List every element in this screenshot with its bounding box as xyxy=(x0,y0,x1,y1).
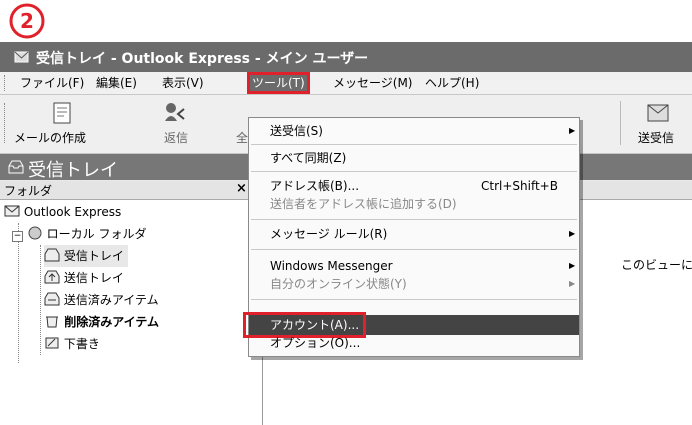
outlook-window: 受信トレイ - Outlook Express - メイン ユーザー ファイル(… xyxy=(0,42,692,425)
tree-item-label: 送信済みアイテム xyxy=(63,293,159,307)
drafts-icon xyxy=(45,337,59,349)
tree-item-label: 削除済みアイテム xyxy=(64,315,159,329)
tools-dropdown-menu: 送受信(S) ▶ すべて同期(Z) アドレス帳(B)... Ctrl+Shift… xyxy=(242,117,580,357)
reply-button[interactable]: 返信 xyxy=(158,99,208,149)
menu-item-label: Windows Messenger xyxy=(270,259,393,273)
reply-all-label[interactable]: 全 xyxy=(236,129,248,146)
local-folders-icon xyxy=(28,226,42,240)
menu-separator xyxy=(251,249,577,250)
tree-item-sent-items[interactable]: 送信済みアイテム xyxy=(44,289,159,311)
step-number-badge: 2 xyxy=(9,3,45,39)
menu-item-label: アカウント(A)... xyxy=(242,312,367,338)
toolbar-divider xyxy=(620,101,621,145)
tree-item-label: 下書き xyxy=(63,337,100,351)
submenu-arrow-icon: ▶ xyxy=(569,229,576,238)
menu-item-label: すべて同期(Z) xyxy=(270,151,347,165)
menu-separator xyxy=(251,219,577,220)
outlook-app-icon xyxy=(14,51,29,63)
tree-item-label: 送信トレイ xyxy=(63,271,124,285)
tree-item-local-folders[interactable]: − ローカル フォルダ xyxy=(12,223,146,245)
menu-tools[interactable]: ツール(T) xyxy=(247,72,310,94)
collapse-icon[interactable]: − xyxy=(12,231,23,242)
menu-item-label: 送信者をアドレス帳に追加する(D) xyxy=(270,197,457,211)
empty-view-message: このビューには xyxy=(621,258,692,272)
menu-item-address-book[interactable]: アドレス帳(B)... Ctrl+Shift+B xyxy=(249,176,579,196)
tree-item-outlook-express[interactable]: Outlook Express xyxy=(4,201,121,223)
menu-item-online-status[interactable]: 自分のオンライン状態(Y) ▶ xyxy=(249,274,579,294)
submenu-arrow-icon: ▶ xyxy=(569,279,576,288)
inbox-icon xyxy=(8,160,24,174)
menu-separator xyxy=(251,144,577,145)
tree-item-outbox[interactable]: 送信トレイ xyxy=(44,267,124,289)
menu-file[interactable]: ファイル(F) xyxy=(20,75,84,91)
menu-item-shortcut: Ctrl+Shift+B xyxy=(481,179,558,193)
tree-item-label: Outlook Express xyxy=(23,205,122,219)
toolbar-grip xyxy=(4,103,7,143)
menu-view[interactable]: 表示(V) xyxy=(162,75,204,91)
outlook-express-icon xyxy=(4,205,20,217)
folder-pane: フォルダ × Outlook Express − ローカル フォルダ 受信トレイ xyxy=(0,181,263,425)
menu-item-label: オプション(O)... xyxy=(270,336,361,350)
menubar-grip xyxy=(4,75,7,91)
menu-edit[interactable]: 編集(E) xyxy=(96,75,137,91)
menu-help[interactable]: ヘルプ(H) xyxy=(425,75,479,91)
tree-line xyxy=(40,245,42,355)
svg-text:2: 2 xyxy=(20,9,34,33)
submenu-arrow-icon: ▶ xyxy=(569,261,576,270)
menu-item-windows-messenger[interactable]: Windows Messenger ▶ xyxy=(249,256,579,276)
close-icon[interactable]: × xyxy=(236,181,247,196)
compose-button[interactable]: メールの作成 xyxy=(14,99,114,149)
menu-item-label: 自分のオンライン状態(Y) xyxy=(270,277,407,291)
menu-item-options[interactable]: オプション(O)... xyxy=(249,333,579,353)
new-mail-icon xyxy=(53,102,71,124)
reply-label: 返信 xyxy=(164,131,189,145)
menu-item-sync-all[interactable]: すべて同期(Z) xyxy=(249,148,579,168)
outbox-icon xyxy=(44,270,60,284)
tree-item-drafts[interactable]: 下書き xyxy=(44,333,100,355)
folder-pane-header: フォルダ × xyxy=(0,181,262,200)
inbox-icon xyxy=(44,248,60,262)
submenu-arrow-icon: ▶ xyxy=(569,126,576,135)
menu-separator xyxy=(251,171,577,172)
menu-item-label: 送受信(S) xyxy=(270,124,323,138)
menu-item-label: メッセージ ルール(R) xyxy=(270,227,388,241)
tree-item-deleted-items[interactable]: 削除済みアイテム xyxy=(44,311,159,333)
tree-item-label: 受信トレイ xyxy=(63,249,124,263)
current-folder-title: 受信トレイ xyxy=(28,160,118,181)
tree-item-inbox[interactable]: 受信トレイ xyxy=(44,245,128,267)
menu-item-message-rules[interactable]: メッセージ ルール(R) ▶ xyxy=(249,224,579,244)
compose-label: メールの作成 xyxy=(14,131,87,145)
window-title: 受信トレイ - Outlook Express - メイン ユーザー xyxy=(36,51,369,67)
menu-separator xyxy=(251,299,577,300)
menu-message[interactable]: メッセージ(M) xyxy=(333,75,412,91)
menu-bar: ファイル(F) 編集(E) 表示(V) ツール(T) メッセージ(M) ヘルプ(… xyxy=(0,72,692,95)
menu-item-accounts[interactable]: アカウント(A)... xyxy=(242,312,579,338)
title-bar: 受信トレイ - Outlook Express - メイン ユーザー xyxy=(0,42,692,72)
send-receive-label: 送受信 xyxy=(638,131,675,145)
menu-item-label: アドレス帳(B)... xyxy=(270,179,360,193)
send-receive-button[interactable]: 送受信 xyxy=(632,99,688,149)
menu-item-add-sender[interactable]: 送信者をアドレス帳に追加する(D) xyxy=(249,194,579,214)
sent-items-icon xyxy=(44,292,60,306)
menu-item-send-receive[interactable]: 送受信(S) ▶ xyxy=(249,121,579,141)
reply-icon xyxy=(165,103,185,121)
folder-pane-title: フォルダ xyxy=(4,184,53,198)
trash-icon xyxy=(46,316,58,328)
tree-item-label: ローカル フォルダ xyxy=(46,227,147,241)
send-receive-icon xyxy=(647,104,669,122)
